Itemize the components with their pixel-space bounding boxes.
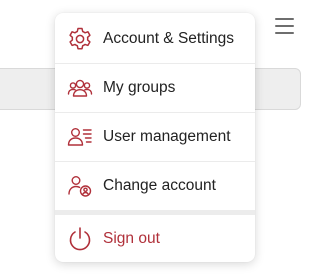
hamburger-line [275, 32, 294, 34]
menu-item-label: User management [103, 127, 231, 145]
account-dropdown-menu: Account & Settings My groups User manage… [55, 13, 255, 262]
group-icon [67, 79, 93, 97]
sign-out-button[interactable]: Sign out [55, 215, 255, 262]
menu-item-label: My groups [103, 78, 176, 96]
gear-icon [69, 27, 91, 49]
user-list-icon [67, 127, 92, 146]
hamburger-menu-icon[interactable] [275, 17, 294, 34]
hamburger-line [275, 25, 294, 27]
hamburger-line [275, 18, 294, 20]
menu-item-user-management[interactable]: User management [55, 112, 255, 161]
menu-item-change-account[interactable]: Change account [55, 161, 255, 210]
menu-item-label: Change account [103, 176, 216, 194]
menu-item-account-settings[interactable]: Account & Settings [55, 14, 255, 63]
sign-out-label: Sign out [103, 229, 160, 247]
switch-user-icon [68, 175, 92, 197]
page: Account & Settings My groups User manage… [0, 0, 309, 275]
menu-item-my-groups[interactable]: My groups [55, 63, 255, 112]
menu-item-label: Account & Settings [103, 29, 234, 47]
power-icon [69, 226, 91, 250]
